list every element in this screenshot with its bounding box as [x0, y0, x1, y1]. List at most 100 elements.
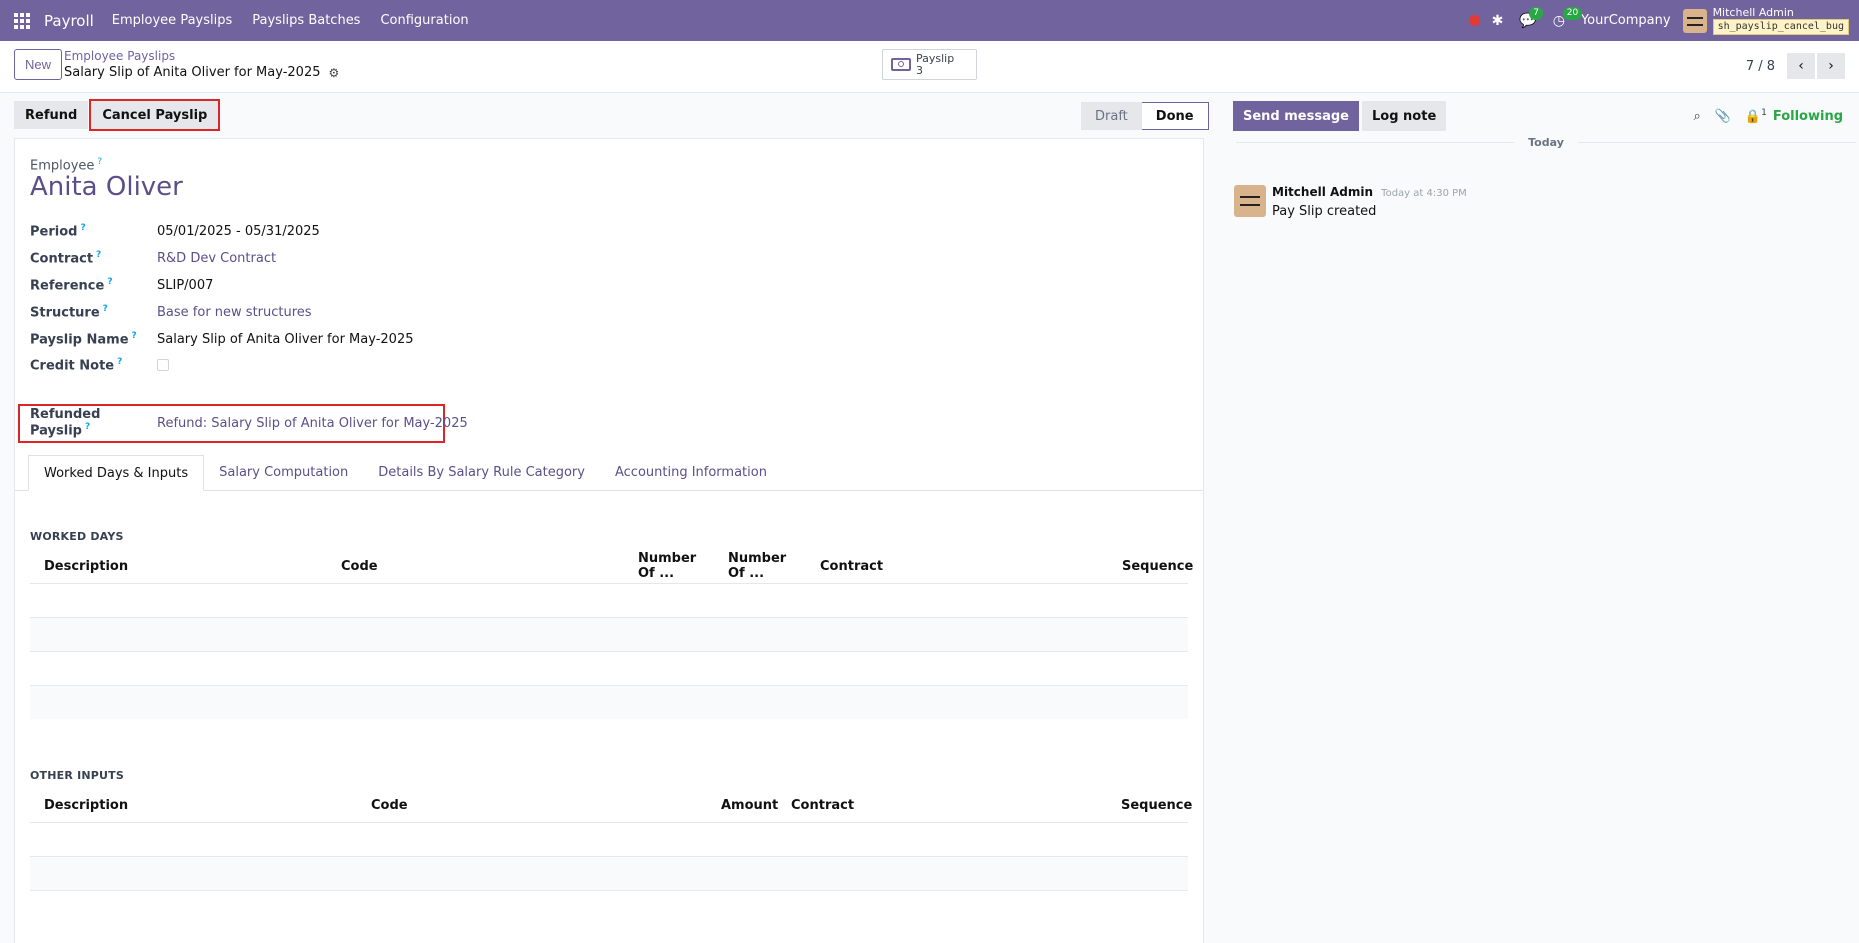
- field-label: Refunded Payslip?: [30, 407, 101, 439]
- col-code[interactable]: Code: [357, 798, 707, 813]
- smart-button-count: 3: [916, 63, 923, 77]
- contract-link[interactable]: R&D Dev Contract: [157, 251, 276, 266]
- stage-done[interactable]: Done: [1141, 102, 1209, 130]
- recording-indicator-icon[interactable]: [1468, 15, 1480, 26]
- form-sheet: Employee? Anita Oliver Period? 05/01/202…: [14, 138, 1204, 943]
- table-row: [30, 890, 1188, 924]
- new-button[interactable]: New: [14, 49, 63, 80]
- field-credit-note: Credit Note?: [30, 355, 169, 375]
- date-separator: Today: [1236, 135, 1857, 149]
- col-sequence[interactable]: Sequence: [1107, 798, 1192, 813]
- field-label: Credit Note?: [30, 356, 123, 374]
- structure-link[interactable]: Base for new structures: [157, 305, 312, 320]
- stage-draft[interactable]: Draft: [1081, 102, 1142, 130]
- payslip-smart-button[interactable]: Payslip 3: [882, 49, 977, 80]
- author-avatar[interactable]: [1234, 185, 1266, 217]
- messages-icon[interactable]: 💬 7: [1519, 6, 1544, 29]
- col-number-of-days[interactable]: Number Of ...: [624, 551, 714, 581]
- statusbar-buttons: Refund Cancel Payslip: [14, 99, 221, 131]
- money-bill-icon: [891, 58, 911, 71]
- table-header: Description Code Number Of ... Number Of…: [30, 549, 1193, 583]
- messages-count-badge: 7: [1529, 6, 1544, 20]
- chatter-tools: ⌕ 📎 🔒1 Following: [1679, 101, 1843, 131]
- followers-lock-icon[interactable]: 🔒1: [1745, 108, 1767, 124]
- status-stages: Draft Done: [1081, 102, 1209, 130]
- following-button[interactable]: Following: [1773, 109, 1843, 124]
- database-name: sh_payslip_cancel_bug: [1712, 18, 1849, 35]
- activities-clock-icon[interactable]: ◷ 20: [1553, 6, 1583, 29]
- field-refunded-payslip: Refunded Payslip? Refund: Salary Slip of…: [30, 407, 468, 438]
- col-description[interactable]: Description: [30, 559, 327, 574]
- chatter-topbar: Send message Log note ⌕ 📎 🔒1 Following: [1233, 101, 1843, 131]
- company-switcher[interactable]: YourCompany: [1581, 13, 1671, 28]
- credit-note-checkbox[interactable]: [157, 359, 169, 371]
- pager: 7 / 8 ‹ ›: [1746, 53, 1845, 79]
- apps-menu-icon[interactable]: [0, 0, 44, 41]
- field-label: Structure?: [30, 303, 108, 321]
- paperclip-icon[interactable]: 📎: [1715, 109, 1731, 124]
- field-label: Period?: [30, 222, 86, 240]
- col-sequence[interactable]: Sequence: [1108, 559, 1193, 574]
- user-menu[interactable]: Mitchell Admin sh_payslip_cancel_bug: [1712, 5, 1849, 35]
- notebook-tabs: Worked Days & Inputs Salary Computation …: [15, 455, 1203, 491]
- message-body: Pay Slip created: [1272, 204, 1377, 219]
- chatter-panel: Send message Log note ⌕ 📎 🔒1 Following T…: [1222, 93, 1859, 943]
- worked-days-table: Description Code Number Of ... Number Of…: [30, 549, 1193, 719]
- refund-button[interactable]: Refund: [14, 101, 89, 129]
- payslip-name-value[interactable]: Salary Slip of Anita Oliver for May-2025: [157, 332, 413, 347]
- field-period: Period? 05/01/2025 - 05/31/2025: [30, 221, 320, 241]
- reference-value[interactable]: SLIP/007: [157, 278, 213, 293]
- tab-salary-computation[interactable]: Salary Computation: [204, 455, 363, 490]
- search-icon[interactable]: ⌕: [1693, 109, 1700, 124]
- message-author[interactable]: Mitchell Admin: [1272, 185, 1373, 199]
- col-contract[interactable]: Contract: [777, 798, 1107, 813]
- log-note-button[interactable]: Log note: [1362, 101, 1447, 131]
- cancel-payslip-button[interactable]: Cancel Payslip: [89, 99, 221, 131]
- gear-icon[interactable]: ⚙: [328, 66, 339, 80]
- table-row: [30, 651, 1188, 685]
- field-label: Payslip Name?: [30, 330, 137, 348]
- date-separator-label: Today: [1528, 135, 1564, 149]
- table-row: [30, 822, 1188, 856]
- pager-value[interactable]: 7 / 8: [1746, 59, 1775, 74]
- field-reference: Reference? SLIP/007: [30, 275, 213, 295]
- table-row: [30, 583, 1188, 617]
- employee-name-field[interactable]: Anita Oliver: [30, 172, 183, 202]
- tab-details-by-category[interactable]: Details By Salary Rule Category: [363, 455, 600, 490]
- employee-label: Employee?: [30, 157, 103, 174]
- table-row: [30, 617, 1188, 651]
- field-label: Reference?: [30, 276, 113, 294]
- menu-payslips-batches[interactable]: Payslips Batches: [252, 13, 360, 28]
- col-amount[interactable]: Amount: [707, 798, 778, 813]
- control-panel: New Employee Payslips Salary Slip of Ani…: [0, 41, 1859, 93]
- table-row: [30, 856, 1188, 890]
- pager-next-icon[interactable]: ›: [1817, 53, 1845, 79]
- app-name[interactable]: Payroll: [44, 12, 94, 30]
- col-contract[interactable]: Contract: [806, 559, 1108, 574]
- menu-configuration[interactable]: Configuration: [380, 13, 468, 28]
- message-date: Today at 4:30 PM: [1381, 188, 1467, 199]
- table-header: Description Code Amount Contract Sequenc…: [30, 788, 1192, 822]
- worked-days-title: WORKED DAYS: [30, 530, 124, 543]
- pager-previous-icon[interactable]: ‹: [1787, 53, 1815, 79]
- user-name: Mitchell Admin: [1712, 5, 1794, 19]
- smart-button-label: Payslip: [916, 51, 955, 65]
- field-contract: Contract? R&D Dev Contract: [30, 248, 276, 268]
- field-structure: Structure? Base for new structures: [30, 302, 312, 322]
- field-label: Contract?: [30, 249, 102, 267]
- chatter-message: Mitchell Admin Today at 4:30 PM Pay Slip…: [1234, 185, 1467, 219]
- col-code[interactable]: Code: [327, 559, 624, 574]
- send-message-button[interactable]: Send message: [1233, 101, 1359, 131]
- debug-bug-icon[interactable]: ✱: [1492, 13, 1504, 29]
- followers-count: 1: [1761, 107, 1767, 118]
- tab-worked-days-inputs[interactable]: Worked Days & Inputs: [28, 455, 205, 491]
- period-value[interactable]: 05/01/2025 - 05/31/2025: [157, 224, 320, 239]
- tab-accounting-information[interactable]: Accounting Information: [600, 455, 782, 490]
- refunded-payslip-link[interactable]: Refund: Salary Slip of Anita Oliver for …: [157, 416, 468, 431]
- user-avatar[interactable]: [1682, 8, 1707, 33]
- breadcrumb-parent-link[interactable]: Employee Payslips: [64, 49, 339, 63]
- col-description[interactable]: Description: [30, 798, 357, 813]
- col-number-of-hours[interactable]: Number Of ...: [714, 551, 806, 581]
- menu-employee-payslips[interactable]: Employee Payslips: [112, 13, 232, 28]
- field-payslip-name: Payslip Name? Salary Slip of Anita Olive…: [30, 329, 413, 349]
